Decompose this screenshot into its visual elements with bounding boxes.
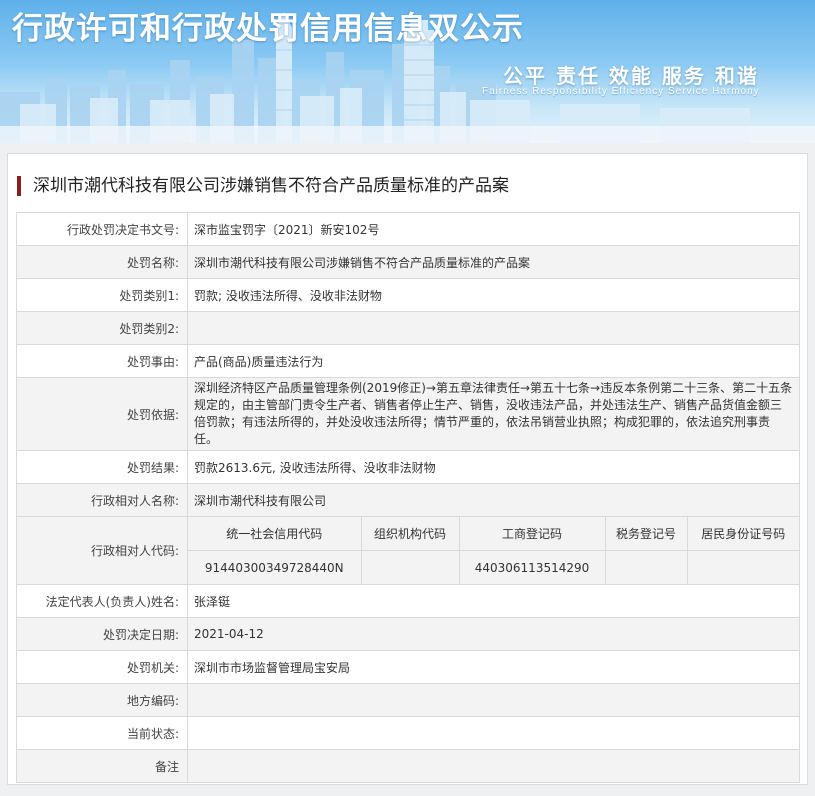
field-label: 处罚类别1:: [16, 278, 188, 312]
row-decision-no: 行政处罚决定书文号: 深市监宝罚字〔2021〕新安102号: [16, 212, 800, 246]
field-value: 深市监宝罚字〔2021〕新安102号: [187, 212, 800, 246]
row-status: 当前状态:: [16, 716, 800, 750]
row-category1: 处罚类别1: 罚款; 没收违法所得、没收非法财物: [16, 278, 800, 312]
site-title: 行政许可和行政处罚信用信息双公示: [12, 11, 524, 47]
field-label: 处罚决定日期:: [16, 617, 188, 651]
field-value: 深圳经济特区产品质量管理条例(2019修正)→第五章法律责任→第五十七条→违反本…: [187, 377, 800, 451]
field-label: 处罚机关:: [16, 650, 188, 684]
row-party-name: 行政相对人名称: 深圳市潮代科技有限公司: [16, 483, 800, 517]
field-label: 处罚结果:: [16, 450, 188, 484]
field-value: [187, 716, 800, 750]
field-value: 深圳市潮代科技有限公司涉嫌销售不符合产品质量标准的产品案: [187, 245, 800, 279]
field-label: 行政相对人代码:: [16, 516, 188, 585]
tax-reg-no-value: [604, 550, 688, 584]
row-reason: 处罚事由: 产品(商品)质量违法行为: [16, 344, 800, 378]
field-label: 法定代表人(负责人)姓名:: [16, 584, 188, 618]
field-label: 行政相对人名称:: [16, 483, 188, 517]
column-header: 居民身份证号码: [686, 517, 799, 551]
row-result: 处罚结果: 罚款2613.6元, 没收违法所得、没收非法财物: [16, 450, 800, 484]
column-header: 统一社会信用代码: [188, 517, 362, 551]
id-card-no-value: [686, 550, 799, 584]
credit-code-value: 91440300349728440N: [188, 550, 362, 584]
party-code-cell: 统一社会信用代码 组织机构代码 工商登记码 税务登记号 居民身份证号码 9144…: [187, 516, 800, 585]
slogan-en: Fairness Responsibility Efficiency Servi…: [482, 86, 760, 97]
column-header: 工商登记码: [458, 517, 606, 551]
field-value: [187, 683, 800, 717]
row-remark: 备注: [16, 749, 800, 783]
row-category2: 处罚类别2:: [16, 311, 800, 345]
row-authority: 处罚机关: 深圳市市场监督管理局宝安局: [16, 650, 800, 684]
field-label: 行政处罚决定书文号:: [16, 212, 188, 246]
slogan-cn: 公平 责任 效能 服务 和谐: [503, 64, 759, 88]
field-value: 产品(商品)质量违法行为: [187, 344, 800, 378]
row-decision-date: 处罚决定日期: 2021-04-12: [16, 617, 800, 651]
detail-panel: 深圳市潮代科技有限公司涉嫌销售不符合产品质量标准的产品案 行政处罚决定书文号: …: [7, 153, 808, 785]
field-value: [187, 749, 800, 783]
field-value: 深圳市潮代科技有限公司: [187, 483, 800, 517]
column-header: 税务登记号: [604, 517, 688, 551]
field-label: 处罚事由:: [16, 344, 188, 378]
row-penalty-name: 处罚名称: 深圳市潮代科技有限公司涉嫌销售不符合产品质量标准的产品案: [16, 245, 800, 279]
column-header: 组织机构代码: [360, 517, 460, 551]
field-label: 地方编码:: [16, 683, 188, 717]
header-banner: 行政许可和行政处罚信用信息双公示 公平 责任 效能 服务 和谐 Fairness…: [0, 0, 815, 143]
row-legal-rep: 法定代表人(负责人)姓名: 张泽铤: [16, 584, 800, 618]
field-label: 处罚类别2:: [16, 311, 188, 345]
field-value: 2021-04-12: [187, 617, 800, 651]
field-label: 处罚依据:: [16, 377, 188, 451]
field-value: 深圳市市场监督管理局宝安局: [187, 650, 800, 684]
field-value: 罚款; 没收违法所得、没收非法财物: [187, 278, 800, 312]
row-region-code: 地方编码:: [16, 683, 800, 717]
row-basis: 处罚依据: 深圳经济特区产品质量管理条例(2019修正)→第五章法律责任→第五十…: [16, 377, 800, 451]
field-label: 备注: [16, 749, 188, 783]
field-value: 罚款2613.6元, 没收违法所得、没收非法财物: [187, 450, 800, 484]
field-value: 张泽铤: [187, 584, 800, 618]
field-label: 处罚名称:: [16, 245, 188, 279]
field-label: 当前状态:: [16, 716, 188, 750]
org-code-value: [360, 550, 460, 584]
party-code-table: 统一社会信用代码 组织机构代码 工商登记码 税务登记号 居民身份证号码 9144…: [188, 517, 799, 584]
party-code-header-row: 统一社会信用代码 组织机构代码 工商登记码 税务登记号 居民身份证号码: [188, 517, 799, 551]
penalty-info-table: 行政处罚决定书文号: 深市监宝罚字〔2021〕新安102号 处罚名称: 深圳市潮…: [16, 212, 800, 783]
row-party-code: 行政相对人代码: 统一社会信用代码 组织机构代码 工商登记码 税务登记号 居民身…: [16, 516, 800, 585]
business-reg-code-value: 440306113514290: [458, 550, 606, 584]
party-code-value-row: 91440300349728440N 440306113514290: [188, 550, 799, 584]
field-value: [187, 311, 800, 345]
case-title: 深圳市潮代科技有限公司涉嫌销售不符合产品质量标准的产品案: [17, 176, 509, 196]
